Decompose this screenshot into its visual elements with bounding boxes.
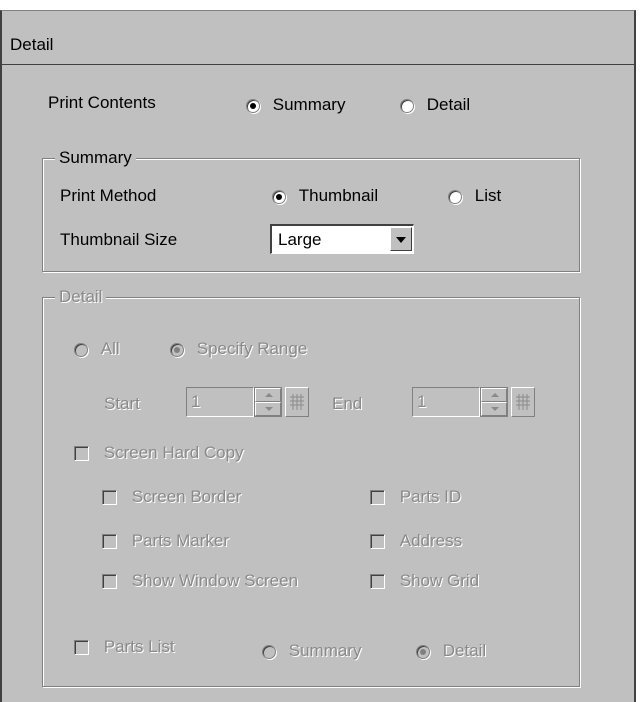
show-window-screen-checkbox[interactable]: Show Window Screen	[102, 571, 298, 591]
range-all-radio[interactable]: All	[74, 339, 120, 359]
panel-header: Detail	[2, 11, 634, 65]
parts-id-checkbox[interactable]: Parts ID	[370, 487, 461, 507]
radio-button[interactable]	[400, 98, 414, 113]
checkbox[interactable]	[102, 490, 117, 506]
end-keypad-icon[interactable]	[511, 387, 535, 417]
end-spin-icon[interactable]	[480, 387, 508, 417]
radio-button[interactable]	[170, 342, 184, 357]
address-checkbox[interactable]: Address	[370, 531, 462, 551]
start-keypad-icon[interactable]	[285, 387, 309, 417]
parts-list-detail-radio[interactable]: Detail	[416, 641, 486, 661]
parts-list-summary-radio[interactable]: Summary	[262, 641, 361, 661]
detail-group-legend: Detail	[55, 287, 107, 307]
checkbox[interactable]	[102, 534, 117, 550]
print-method-thumbnail-radio[interactable]: Thumbnail	[272, 186, 378, 206]
range-specify-radio[interactable]: Specify Range	[170, 339, 307, 359]
checkbox[interactable]	[74, 446, 89, 462]
checkbox[interactable]	[74, 640, 89, 656]
detail-panel: Detail Print Contents Summary Detail Sum…	[0, 10, 636, 702]
summary-group-legend: Summary	[55, 148, 136, 168]
radio-button[interactable]	[416, 644, 430, 659]
chevron-down-icon	[396, 237, 406, 243]
checkbox[interactable]	[370, 574, 385, 590]
dropdown-button[interactable]	[390, 227, 412, 251]
print-contents-summary-radio[interactable]: Summary	[246, 95, 345, 115]
checkbox[interactable]	[102, 574, 117, 590]
print-method-list-radio[interactable]: List	[448, 186, 501, 206]
radio-button[interactable]	[74, 342, 88, 357]
start-label: Start	[104, 394, 140, 413]
parts-marker-checkbox[interactable]: Parts Marker	[102, 531, 229, 551]
radio-button[interactable]	[246, 98, 260, 113]
checkbox[interactable]	[370, 534, 385, 550]
start-spin-icon[interactable]	[254, 387, 282, 417]
show-grid-checkbox[interactable]: Show Grid	[370, 571, 479, 591]
screen-border-checkbox[interactable]: Screen Border	[102, 487, 241, 507]
checkbox[interactable]	[370, 490, 385, 506]
print-contents-label: Print Contents	[48, 93, 156, 112]
end-input[interactable]: 1	[412, 387, 480, 417]
thumbnail-size-label: Thumbnail Size	[60, 230, 178, 249]
parts-list-checkbox[interactable]: Parts List	[74, 637, 175, 657]
radio-button[interactable]	[272, 189, 286, 204]
radio-button[interactable]	[262, 644, 276, 659]
radio-button[interactable]	[448, 189, 462, 204]
screen-hard-copy-checkbox[interactable]: Screen Hard Copy	[74, 443, 244, 463]
thumbnail-size-select[interactable]: Large	[270, 224, 414, 254]
panel-title: Detail	[10, 35, 54, 54]
start-input[interactable]: 1	[186, 387, 254, 417]
thumbnail-size-value: Large	[278, 230, 322, 249]
print-method-label: Print Method	[60, 186, 157, 205]
print-contents-detail-radio[interactable]: Detail	[400, 95, 470, 115]
summary-group: Summary	[42, 148, 580, 272]
end-label: End	[332, 394, 363, 413]
